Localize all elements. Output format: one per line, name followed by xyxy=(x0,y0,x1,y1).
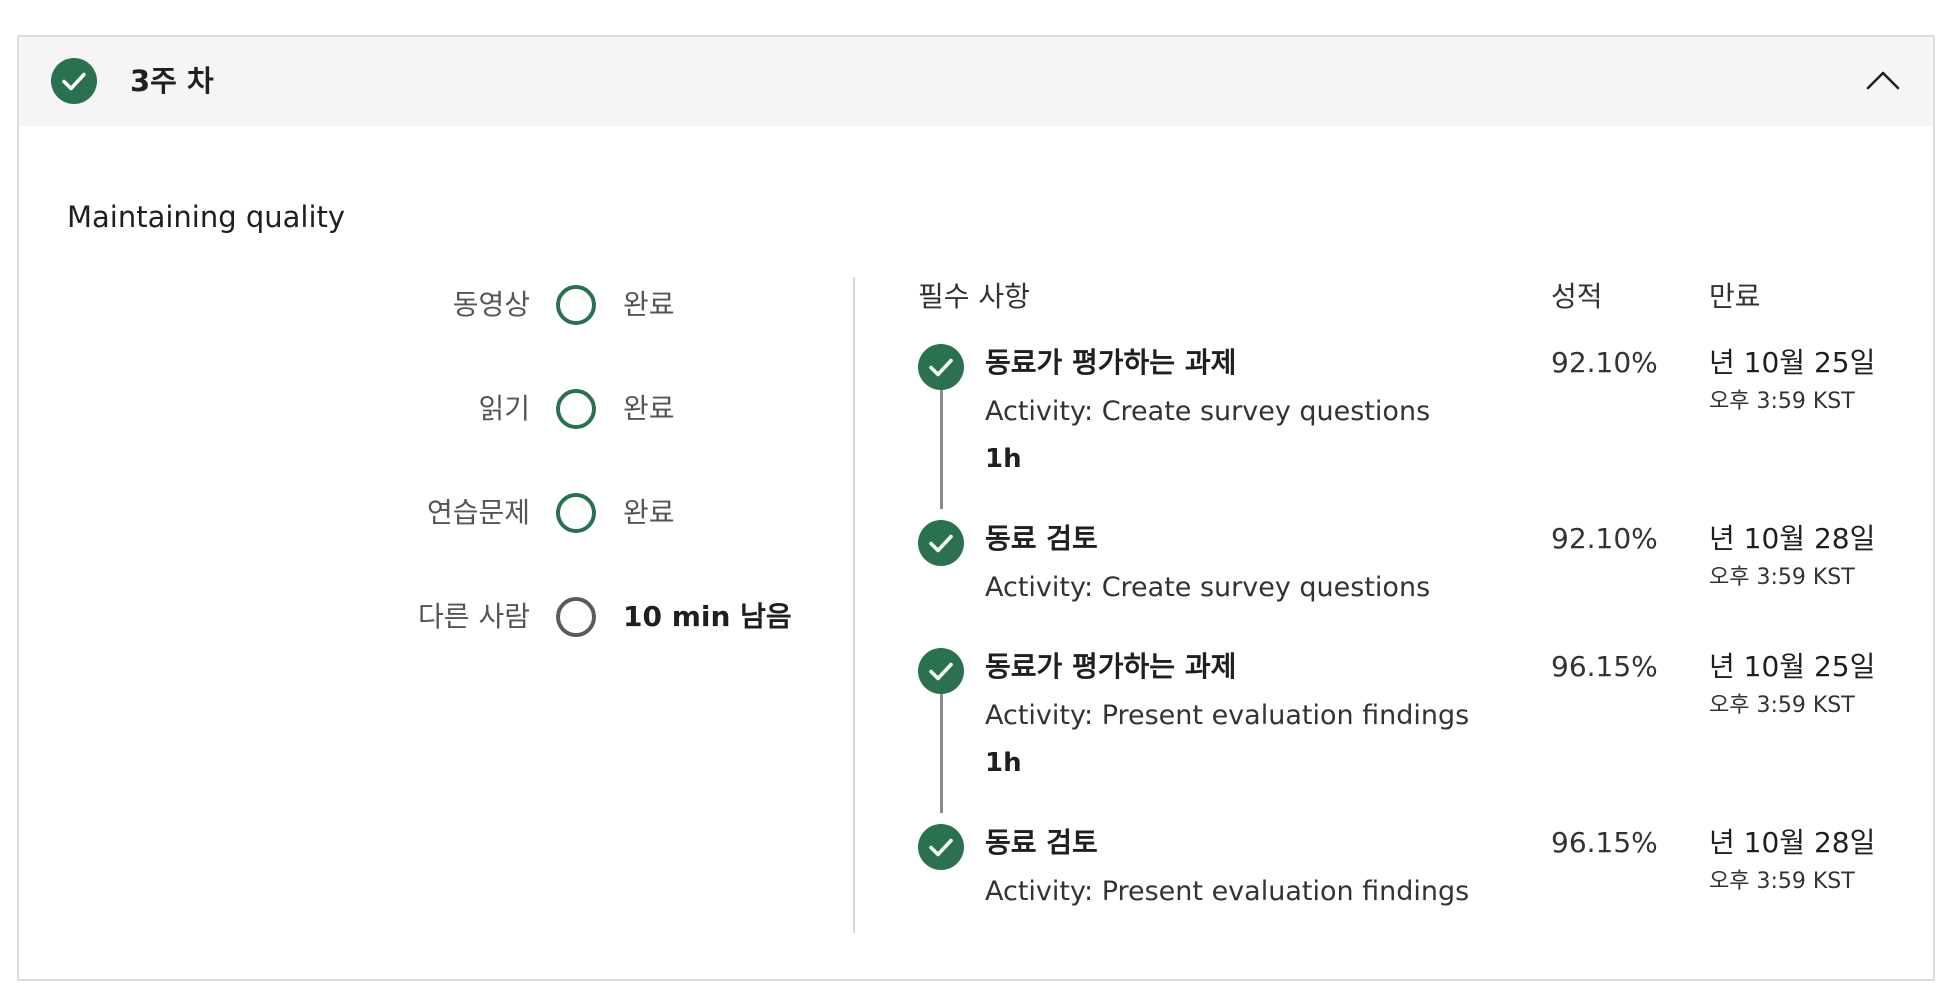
summary-row-others: 다른 사람 10 min 남음 xyxy=(19,587,799,647)
module-title: Maintaining quality xyxy=(67,200,346,234)
item-activity: Activity: Present evaluation findings xyxy=(985,700,1470,731)
item-due-date: 년 10월 25일 xyxy=(1709,346,1876,379)
summary-label: 읽기 xyxy=(478,392,530,425)
column-header-grade: 성적 xyxy=(1551,280,1603,313)
item-grade: 96.15% xyxy=(1551,826,1658,859)
item-link[interactable]: 동료가 평가하는 과제 xyxy=(985,343,1236,383)
week-title: 3주 차 xyxy=(130,64,214,98)
summary-status: 10 min 남음 xyxy=(623,600,792,633)
summary-status: 완료 xyxy=(623,496,675,529)
item-duration: 1h xyxy=(985,444,1022,474)
ring-complete-icon xyxy=(556,389,596,429)
item-due-date: 년 10월 25일 xyxy=(1709,650,1876,683)
item-link[interactable]: 동료 검토 xyxy=(985,823,1098,863)
item-due-time: 오후 3:59 KST xyxy=(1709,693,1855,718)
item-due-time: 오후 3:59 KST xyxy=(1709,869,1855,894)
chevron-up-icon[interactable] xyxy=(1861,59,1905,103)
ring-complete-icon xyxy=(556,285,596,325)
check-circle-icon xyxy=(918,648,964,694)
week-header[interactable]: 3주 차 xyxy=(19,37,1933,126)
summary-label: 연습문제 xyxy=(426,496,530,529)
summary-label: 다른 사람 xyxy=(418,600,530,633)
item-grade: 92.10% xyxy=(1551,522,1658,555)
summary-status: 완료 xyxy=(623,288,675,321)
column-header-due: 만료 xyxy=(1709,280,1761,313)
column-header-required: 필수 사항 xyxy=(918,280,1030,313)
week-card: 3주 차 Maintaining quality 동영상 완료 읽기 완료 연습… xyxy=(17,35,1935,981)
item-grade: 92.10% xyxy=(1551,346,1658,379)
check-circle-icon xyxy=(918,344,964,390)
item-due-time: 오후 3:59 KST xyxy=(1709,565,1855,590)
summary-label: 동영상 xyxy=(452,288,530,321)
item-link[interactable]: 동료 검토 xyxy=(985,519,1098,559)
item-activity: Activity: Create survey questions xyxy=(985,396,1431,427)
check-circle-icon xyxy=(51,58,97,104)
item-due-date: 년 10월 28일 xyxy=(1709,522,1876,555)
item-activity: Activity: Create survey questions xyxy=(985,572,1431,603)
item-duration: 1h xyxy=(985,748,1022,778)
summary-row-practice: 연습문제 완료 xyxy=(19,483,799,543)
item-due-time: 오후 3:59 KST xyxy=(1709,389,1855,414)
summary-status: 완료 xyxy=(623,392,675,425)
item-link[interactable]: 동료가 평가하는 과제 xyxy=(985,647,1236,687)
item-grade: 96.15% xyxy=(1551,650,1658,683)
item-activity: Activity: Present evaluation findings xyxy=(985,876,1470,907)
check-circle-icon xyxy=(918,824,964,870)
ring-pending-icon xyxy=(556,597,596,637)
summary-row-videos: 동영상 완료 xyxy=(19,275,799,335)
check-circle-icon xyxy=(918,520,964,566)
ring-complete-icon xyxy=(556,493,596,533)
summary-row-readings: 읽기 완료 xyxy=(19,379,799,439)
column-divider xyxy=(853,277,855,933)
item-due-date: 년 10월 28일 xyxy=(1709,826,1876,859)
